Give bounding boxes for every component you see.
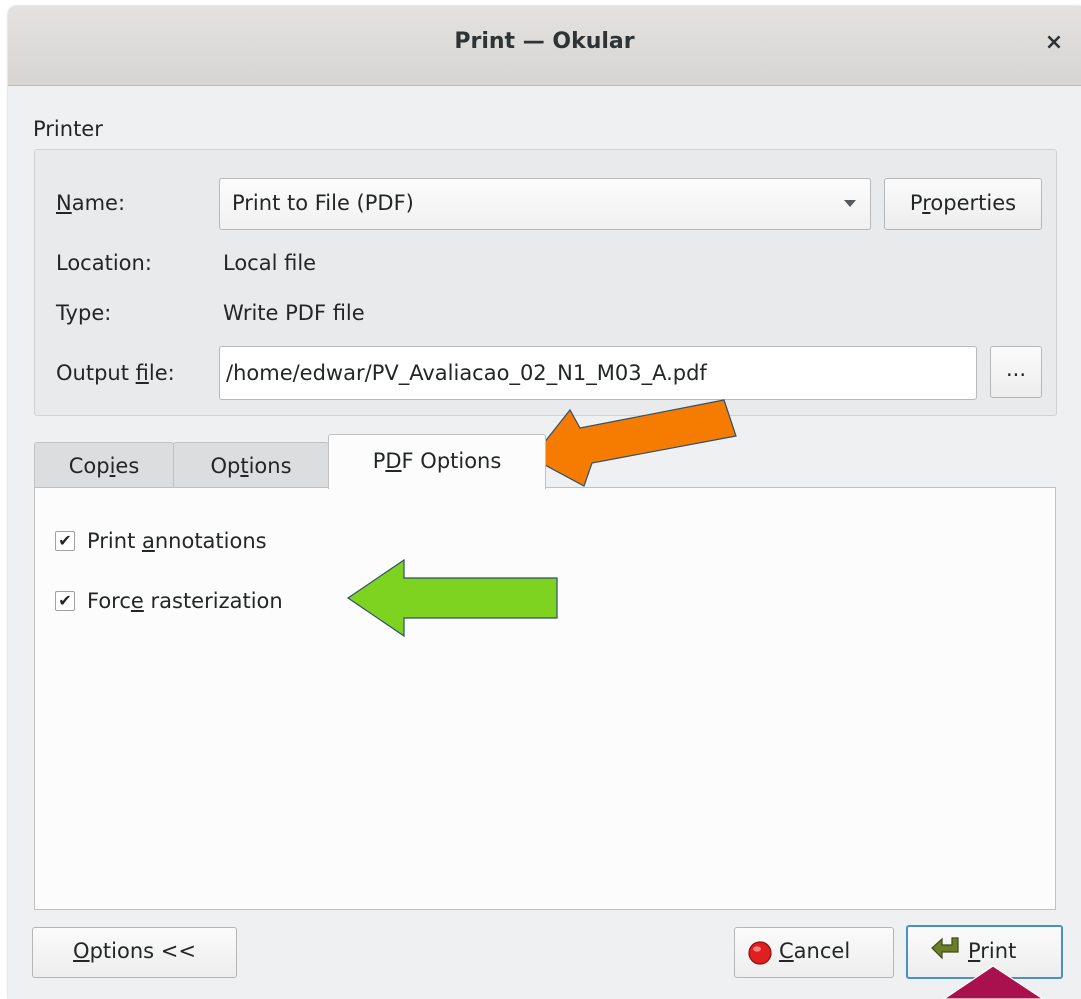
location-label: Location: — [56, 251, 152, 275]
printer-group: Name: Print to File (PDF) Properties Loc… — [34, 149, 1057, 416]
pdf-options-panel: ✔ Print annotations ✔ Force rasterizatio… — [34, 487, 1056, 910]
type-value: Write PDF file — [223, 301, 365, 325]
tab-options[interactable]: Options — [173, 442, 329, 488]
print-button[interactable]: Print — [906, 925, 1063, 979]
force-rasterization-checkbox[interactable]: ✔ — [55, 591, 75, 611]
close-icon[interactable]: × — [1041, 30, 1067, 56]
browse-button[interactable]: ... — [990, 346, 1042, 398]
type-label: Type: — [56, 301, 112, 325]
force-rasterization-label: Force rasterization — [87, 589, 283, 613]
window-title: Print — Okular — [454, 29, 635, 54]
location-value: Local file — [223, 251, 317, 275]
printer-name-value: Print to File (PDF) — [232, 191, 414, 215]
title-bar[interactable]: Print — Okular × — [8, 6, 1081, 86]
print-annotations-label: Print annotations — [87, 529, 267, 553]
print-annotations-checkbox[interactable]: ✔ — [55, 531, 75, 551]
print-dialog: Print — Okular × Printer Name: Print to … — [8, 6, 1081, 999]
properties-button[interactable]: Properties — [884, 178, 1042, 230]
stop-icon — [748, 941, 772, 965]
tab-pdf-options[interactable]: PDF Options — [328, 434, 546, 489]
output-file-label: Output file: — [56, 361, 175, 385]
output-file-input[interactable] — [219, 346, 977, 400]
tab-copies[interactable]: Copies — [34, 442, 174, 488]
options-toggle-button[interactable]: Options << — [32, 927, 237, 978]
printer-section-label: Printer — [33, 117, 103, 141]
printer-name-combobox[interactable]: Print to File (PDF) — [219, 178, 871, 230]
chevron-down-icon — [844, 200, 856, 207]
cancel-button[interactable]: Cancel — [734, 927, 894, 978]
print-arrow-icon — [931, 937, 959, 960]
name-label: Name: — [56, 191, 126, 215]
